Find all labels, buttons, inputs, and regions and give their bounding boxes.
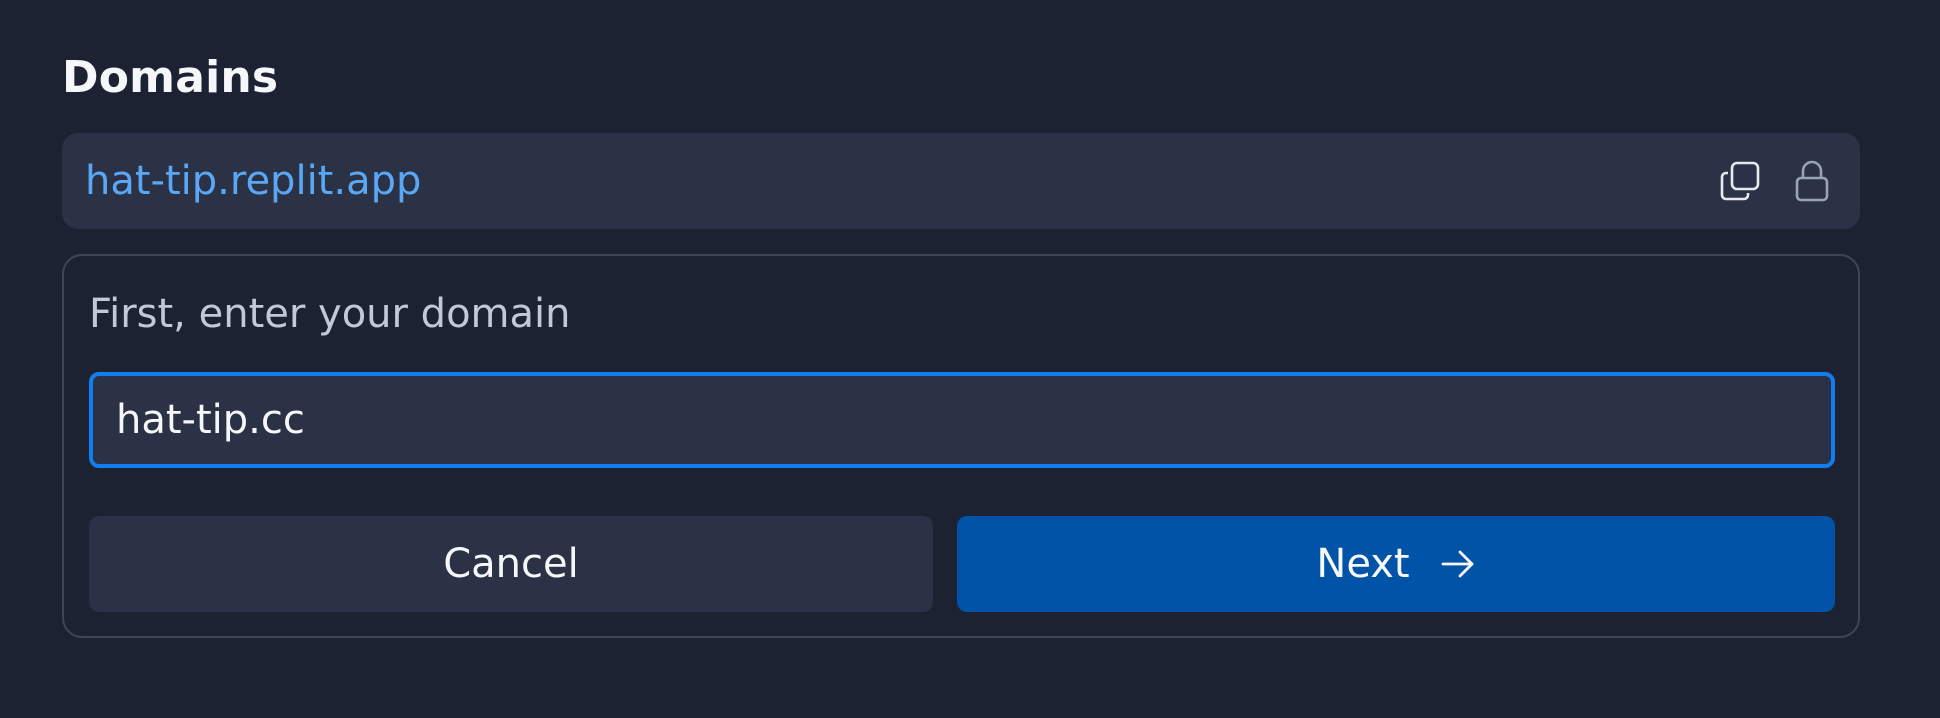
copy-icon[interactable] <box>1716 157 1764 205</box>
domains-panel: Domains hat-tip.replit.app First, enter … <box>0 0 1940 718</box>
add-domain-form: First, enter your domain Cancel Next <box>62 254 1860 638</box>
next-button-label: Next <box>1316 541 1410 587</box>
page-title: Domains <box>62 52 279 103</box>
domain-input-label: First, enter your domain <box>89 291 571 337</box>
lock-icon <box>1788 157 1836 205</box>
arrow-right-icon <box>1440 548 1476 580</box>
current-domain-row: hat-tip.replit.app <box>62 133 1860 229</box>
cancel-button[interactable]: Cancel <box>89 516 933 612</box>
cancel-button-label: Cancel <box>443 541 579 587</box>
next-button[interactable]: Next <box>957 516 1835 612</box>
domain-input[interactable] <box>89 372 1835 468</box>
domain-link[interactable]: hat-tip.replit.app <box>85 133 421 229</box>
